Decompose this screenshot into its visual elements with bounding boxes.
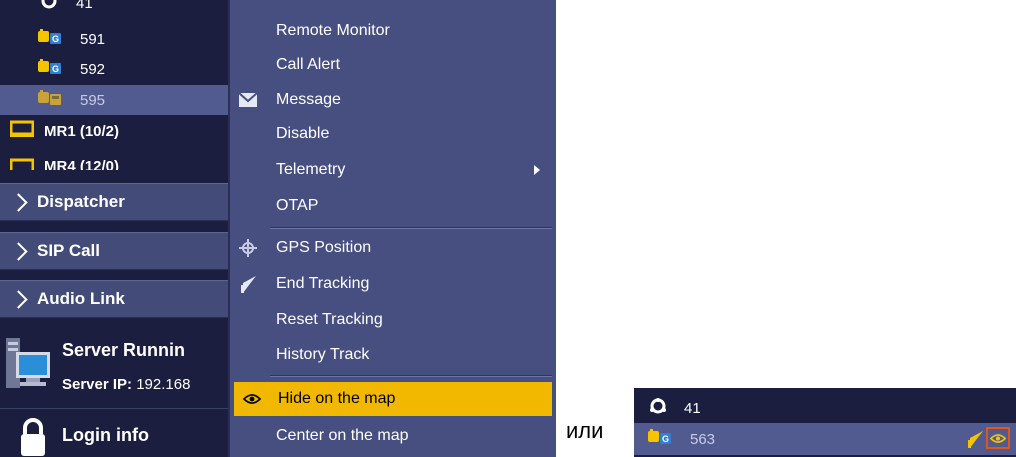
tree-item-595[interactable]: 595 [0,85,232,115]
chevron-right-icon [9,289,28,309]
mini-item-41[interactable]: 41 [634,392,1016,424]
group-mr1[interactable]: MR1 (10/2) [0,116,232,146]
menu-item-label: OTAP [276,197,319,214]
mini-item-label: 41 [684,399,701,417]
server-icon [6,338,52,395]
menu-item-message[interactable]: Message [230,83,556,117]
menu-item-label: Hide on the map [278,390,396,407]
menu-item-label: Telemetry [276,161,346,178]
login-info-title: Login info [62,425,149,445]
menu-item-label: GPS Position [276,239,372,256]
menu-item-label: Center on the map [276,427,409,444]
divider [0,408,232,409]
menu-item-label: Reset Tracking [276,311,383,328]
tree-item-41[interactable]: 41 [0,0,232,18]
menu-item-reset-tracking[interactable]: Reset Tracking [230,303,556,337]
menu-item-remote-monitor[interactable]: Remote Monitor [230,14,556,48]
server-ip-value: 192.168 [136,376,191,393]
tree-item-label: 591 [80,30,106,48]
device-tree-panel: 41 G 591 G 592 595 MR1 (10/2) MR4 (12/0)… [0,0,232,457]
section-label: Audio Link [37,289,125,308]
hidden-on-map-eye-icon[interactable] [986,427,1010,449]
section-audio-link[interactable]: Audio Link [0,280,232,318]
tracking-flag-icon[interactable] [966,430,984,452]
svg-text:G: G [662,434,669,444]
tree-item-label: 592 [80,60,106,78]
group-folder-icon [9,120,35,142]
submenu-arrow-icon [534,165,540,175]
tree-item-label: 595 [80,91,106,109]
menu-separator [270,375,552,377]
group-icon [38,0,60,12]
eye-icon [242,389,262,409]
tree-item-label: 41 [76,0,93,12]
group-label: MR1 (10/2) [44,122,120,140]
mini-item-label: 563 [690,430,716,448]
section-dispatcher[interactable]: Dispatcher [0,183,232,221]
group-icon [648,397,668,419]
menu-separator [270,227,552,229]
menu-item-telemetry[interactable]: Telemetry [230,153,556,187]
section-label: SIP Call [37,241,100,260]
menu-item-label: Call Alert [276,56,341,73]
lock-icon [20,418,46,457]
crosshair-icon [238,238,258,258]
or-separator-text: или [566,418,604,443]
menu-item-call-alert[interactable]: Call Alert [230,48,556,82]
chevron-right-icon [9,192,28,212]
menu-item-label: Remote Monitor [276,22,390,39]
flag-icon [238,274,258,294]
context-menu: Remote Monitor Call Alert Message Disabl… [228,0,556,457]
envelope-icon [238,90,258,110]
group-label: MR4 (12/0) [44,158,120,170]
tree-item-592[interactable]: G 592 [0,54,232,84]
svg-text:G: G [52,64,59,74]
server-ip: Server IP: 192.168 [62,376,190,393]
mini-item-563[interactable]: G 563 [634,423,1016,455]
svg-text:G: G [52,34,59,44]
group-folder-icon [9,158,35,170]
section-sip-call[interactable]: SIP Call [0,232,232,270]
radio-terminal-icon: G [38,59,64,79]
radio-terminal-icon: G [648,429,674,449]
menu-item-disable[interactable]: Disable [230,117,556,151]
server-status-title: Server Runnin [62,340,186,360]
menu-item-center-on-map[interactable]: Center on the map [230,419,556,453]
menu-item-label: Message [276,91,341,108]
menu-item-label: Disable [276,125,330,142]
menu-item-label: History Track [276,346,370,363]
menu-item-hide-on-map[interactable]: Hide on the map [234,382,552,416]
chevron-right-icon [9,241,28,261]
menu-item-label: End Tracking [276,275,370,292]
radio-terminal-icon: G [38,29,64,49]
group-mr4[interactable]: MR4 (12/0) [0,148,232,170]
section-label: Dispatcher [37,192,125,211]
mini-device-list: 41 G 563 [634,388,1016,457]
menu-item-history-track[interactable]: History Track [230,338,556,372]
menu-item-end-tracking[interactable]: End Tracking [230,267,556,301]
radio-terminal-icon [38,90,64,110]
menu-item-otap[interactable]: OTAP [230,189,556,223]
server-ip-label: Server IP: [62,376,133,393]
tree-item-591[interactable]: G 591 [0,24,232,54]
menu-item-gps-position[interactable]: GPS Position [230,231,556,265]
